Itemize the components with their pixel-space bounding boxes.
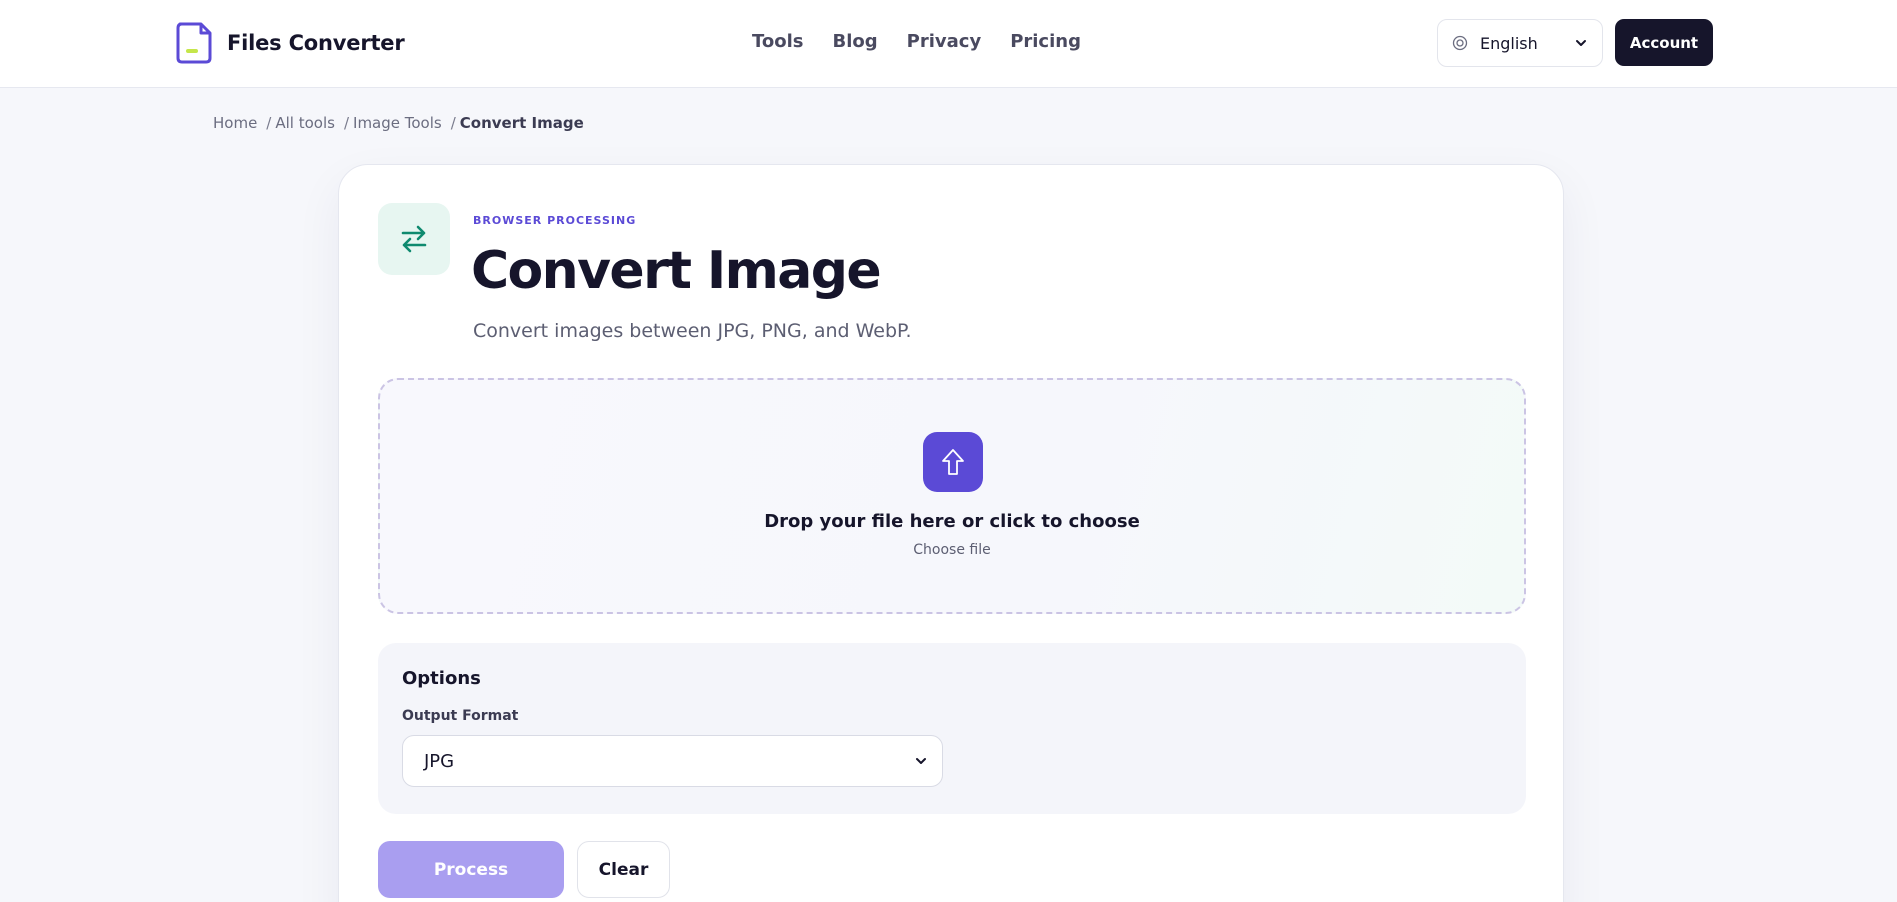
brand-link[interactable]: Files Converter (175, 22, 405, 64)
tool-eyebrow: BROWSER PROCESSING (473, 214, 637, 227)
breadcrumb-separator: / (450, 114, 456, 132)
options-panel: Options Output Format JPG (378, 643, 1526, 814)
process-button[interactable]: Process (378, 841, 564, 898)
breadcrumb-current: Convert Image (459, 114, 584, 132)
clear-button[interactable]: Clear (577, 841, 670, 898)
options-title: Options (402, 668, 481, 689)
breadcrumb-home[interactable]: Home (213, 114, 257, 132)
breadcrumb-all-tools[interactable]: All tools (275, 114, 335, 132)
main-nav: Tools Blog Privacy Pricing (752, 31, 1081, 52)
upload-icon-badge (923, 432, 983, 492)
tool-icon-badge (378, 203, 450, 275)
swap-arrows-icon (401, 225, 427, 253)
globe-icon (1452, 35, 1468, 51)
chevron-down-icon (916, 758, 926, 764)
choose-file-link[interactable]: Choose file (380, 542, 1524, 558)
top-header: Files Converter Tools Blog Privacy Prici… (0, 0, 1897, 88)
output-format-value: JPG (424, 750, 455, 772)
tool-card: BROWSER PROCESSING Convert Image Convert… (338, 164, 1564, 902)
language-label: English (1480, 33, 1538, 53)
breadcrumb: Home / All tools / Image Tools / Convert… (213, 114, 584, 132)
dropzone-title: Drop your file here or click to choose (764, 511, 1140, 532)
file-dropzone[interactable]: Drop your file here or click to choose C… (378, 378, 1526, 614)
breadcrumb-image-tools[interactable]: Image Tools (353, 114, 442, 132)
upload-arrow-icon (942, 449, 964, 475)
page-title: Convert Image (471, 241, 882, 301)
nav-tools[interactable]: Tools (752, 31, 804, 52)
chevron-down-icon (1576, 40, 1586, 46)
nav-blog[interactable]: Blog (833, 31, 878, 52)
nav-pricing[interactable]: Pricing (1010, 31, 1081, 52)
language-select[interactable]: English (1437, 19, 1603, 67)
account-button[interactable]: Account (1615, 19, 1713, 66)
breadcrumb-separator: / (266, 114, 272, 132)
output-format-label: Output Format (402, 708, 519, 724)
brand-name: Files Converter (227, 31, 405, 55)
nav-privacy[interactable]: Privacy (907, 31, 982, 52)
document-logo-icon (176, 22, 212, 64)
breadcrumb-separator: / (343, 114, 350, 132)
output-format-select[interactable]: JPG (402, 735, 943, 787)
page-subtitle: Convert images between JPG, PNG, and Web… (473, 320, 912, 342)
